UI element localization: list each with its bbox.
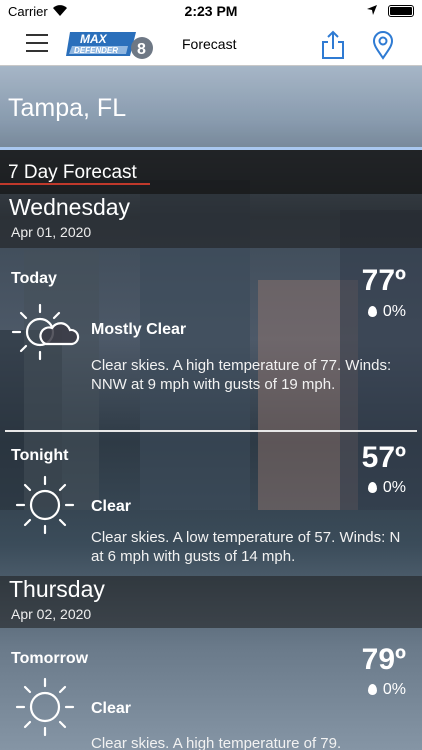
precip-value: 0% <box>382 681 406 698</box>
nav-bar: MAX DEFENDER 8 Forecast <box>0 22 422 66</box>
precip-value: 0% <box>382 479 406 496</box>
location-pin-icon[interactable] <box>370 30 396 60</box>
period-name: Today <box>11 270 57 287</box>
hamburger-line <box>26 50 48 52</box>
precip-chance: 0% <box>367 303 406 321</box>
period-description: Clear skies. A low temperature of 57. Wi… <box>91 529 401 565</box>
location-arrow-icon <box>367 5 377 15</box>
location-header: Tampa, FL <box>0 66 422 150</box>
svg-text:MAX: MAX <box>80 32 108 46</box>
section-underline <box>0 183 150 185</box>
sun-icon <box>15 677 75 737</box>
forecast-section-header: 7 Day Forecast <box>0 150 422 194</box>
period-temperature: 57º <box>361 441 406 474</box>
hamburger-line <box>26 34 48 36</box>
hamburger-line <box>26 42 48 44</box>
day-header: Thursday Apr 02, 2020 <box>0 576 422 628</box>
period-name: Tonight <box>11 447 69 464</box>
day-name: Wednesday <box>9 194 131 220</box>
menu-button[interactable] <box>26 34 48 52</box>
precip-chance: 0% <box>367 681 406 699</box>
condition-label: Clear <box>91 498 132 515</box>
day-header: Wednesday Apr 01, 2020 <box>0 194 422 248</box>
status-time: 2:23 PM <box>184 3 238 19</box>
condition-label: Mostly Clear <box>91 321 187 338</box>
sun-icon <box>15 475 75 535</box>
page-title: Forecast <box>182 36 237 52</box>
raindrop-icon <box>367 482 377 493</box>
status-bar: Carrier 2:23 PM <box>0 0 422 22</box>
period-description: Clear skies. A high temperature of 79. <box>91 735 342 750</box>
day-date: Apr 02, 2020 <box>11 606 92 622</box>
svg-text:DEFENDER: DEFENDER <box>74 46 118 55</box>
forecast-section-title: 7 Day Forecast <box>8 162 137 183</box>
city-name: Tampa, FL <box>8 94 127 122</box>
partly-cloudy-icon <box>11 303 80 361</box>
precip-chance: 0% <box>367 479 406 497</box>
max-defender-logo: MAX DEFENDER 8 <box>66 32 153 59</box>
precip-value: 0% <box>382 303 406 320</box>
period-temperature: 79º <box>361 643 406 676</box>
day-date: Apr 01, 2020 <box>11 224 92 240</box>
share-icon[interactable] <box>320 30 346 60</box>
day-name: Thursday <box>9 576 105 602</box>
forecast-period[interactable]: Tonight 57º 0% Clear Clear skies. A low … <box>0 432 422 577</box>
forecast-period[interactable]: Today 77º 0% Mostly Clear Clear skies. A… <box>0 248 422 428</box>
period-description: Clear skies. A high temperature of 77. W… <box>91 357 392 393</box>
forecast-period[interactable]: Tomorrow 79º 0% Clear Clear skies. A hig… <box>0 628 422 750</box>
raindrop-icon <box>367 684 377 695</box>
period-name: Tomorrow <box>11 650 89 667</box>
svg-text:8: 8 <box>137 41 146 58</box>
condition-label: Clear <box>91 700 132 717</box>
battery-icon <box>388 5 414 17</box>
raindrop-icon <box>367 306 377 317</box>
period-temperature: 77º <box>361 264 406 297</box>
